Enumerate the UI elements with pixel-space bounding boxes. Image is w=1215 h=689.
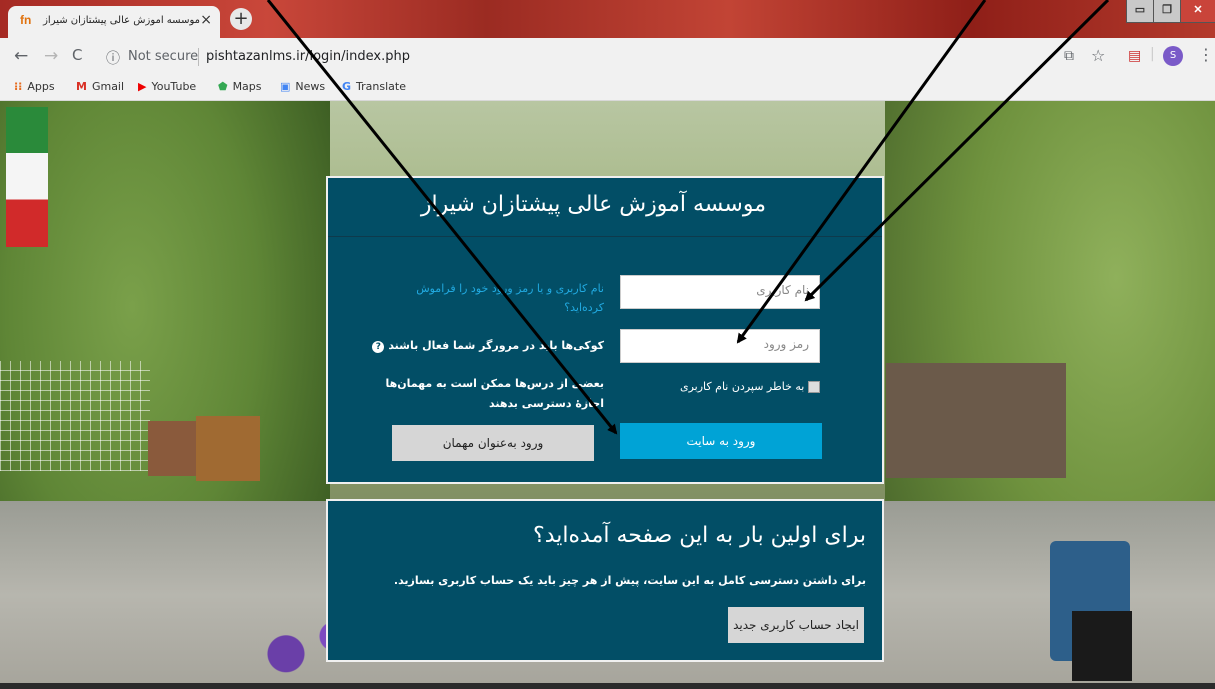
tab-title: موسسه آموزش عالی پیشتازان شیراز: ورو [42, 15, 200, 26]
translate-page-icon[interactable]: ⧉ [1064, 48, 1074, 64]
cookies-notice-text: کوکی‌ها باید در مرورگر شما فعال باشند [388, 339, 604, 352]
site-favicon-icon: fn [20, 13, 32, 27]
address-toolbar: ← → C ⓘ Not secure pishtazanlms.ir/login… [0, 38, 1215, 76]
new-tab-button[interactable]: + [230, 8, 252, 30]
help-question-icon[interactable]: ? [372, 341, 385, 353]
bookmark-translate[interactable]: G Translate [342, 80, 406, 93]
bookmark-maps[interactable]: ⬟ Maps [218, 80, 262, 93]
pdf-extension-icon[interactable]: ▤ [1128, 48, 1141, 64]
toolbar-divider: | [1150, 46, 1155, 62]
trash-bin-image [1072, 611, 1132, 681]
bookmark-news[interactable]: ▣ News [280, 80, 325, 93]
gmail-icon: M [76, 80, 87, 93]
translate-icon: G [342, 80, 352, 93]
reload-icon[interactable]: C [72, 46, 82, 64]
signup-panel: برای اولین بار به این صفحه آمده‌اید؟ برا… [326, 499, 884, 662]
security-status: Not secure [128, 49, 199, 64]
shelter-image [886, 363, 1066, 478]
browser-tab-strip: fn موسسه آموزش عالی پیشتازان شیراز: ورو … [0, 0, 1215, 38]
url-text[interactable]: pishtazanlms.ir/login/index.php [206, 49, 410, 64]
bookmark-apps[interactable]: ⁝⁝ Apps [14, 80, 55, 93]
username-input[interactable]: نام کاربری [620, 275, 820, 309]
sports-net-image [0, 361, 150, 471]
guest-login-button[interactable]: ورود به‌عنوان مهمان [392, 425, 594, 461]
login-header: موسسه آموزش عالی پیشتازان شیراز [328, 178, 882, 237]
brick-wall-image [148, 421, 198, 476]
browser-tab[interactable]: fn موسسه آموزش عالی پیشتازان شیراز: ورو … [8, 6, 220, 38]
guest-access-notice: بعضی از درس‌ها ممکن است به مهمان‌ها اجاز… [385, 377, 604, 410]
remember-checkbox[interactable] [808, 381, 821, 393]
remember-label: به خاطر سپردن نام کاربری [680, 380, 805, 393]
password-input[interactable]: رمز ورود [620, 329, 820, 363]
profile-avatar[interactable]: S [1163, 46, 1183, 66]
create-account-button[interactable]: ایجاد حساب کاربری جدید [728, 607, 864, 643]
signup-heading: برای اولین بار به این صفحه آمده‌اید؟ [533, 523, 866, 548]
bookmark-star-icon[interactable]: ☆ [1091, 46, 1105, 65]
bookmarks-bar: ⁝⁝ Apps M Gmail ▶ YouTube ⬟ Maps ▣ News G Tran… [0, 76, 1215, 101]
forward-arrow-icon[interactable]: → [44, 46, 58, 66]
news-icon: ▣ [280, 80, 291, 93]
info-icon[interactable]: ⓘ [106, 48, 120, 68]
signup-description: برای داشتن دسترسی کامل به این سایت، پیش … [393, 574, 866, 587]
minimize-button[interactable]: ▭ [1126, 0, 1154, 23]
back-arrow-icon[interactable]: ← [14, 46, 28, 66]
cookies-notice: کوکی‌ها باید در مرورگر شما فعال باشند? [372, 339, 604, 353]
forgot-password-link[interactable]: نام کاربری و یا رمز ورود خود را فراموش ک… [384, 279, 604, 317]
wooden-fence-image [196, 416, 260, 481]
close-window-button[interactable]: ✕ [1180, 0, 1215, 23]
youtube-icon: ▶ [138, 80, 147, 93]
bookmark-youtube[interactable]: ▶ YouTube [138, 80, 196, 93]
page-viewport: موسسه آموزش عالی پیشتازان شیراز نام کارب… [0, 101, 1215, 689]
bookmark-gmail[interactable]: M Gmail [76, 80, 124, 93]
maximize-button[interactable]: ❐ [1153, 0, 1181, 23]
page-bottom-strip [0, 683, 1215, 689]
site-title: موسسه آموزش عالی پیشتازان شیراز [420, 192, 766, 217]
omnibox-divider [198, 48, 199, 66]
login-panel: موسسه آموزش عالی پیشتازان شیراز نام کارب… [326, 176, 884, 484]
remember-username[interactable]: به خاطر سپردن نام کاربری [680, 380, 821, 393]
menu-kebab-icon[interactable]: ⋮ [1198, 45, 1214, 64]
address-bar[interactable]: ⓘ Not secure pishtazanlms.ir/login/index… [98, 44, 1038, 70]
login-button[interactable]: ورود به سایت [620, 423, 822, 459]
flag-image [6, 107, 48, 247]
close-tab-icon[interactable]: × [200, 12, 212, 28]
apps-grid-icon: ⁝⁝ [14, 80, 23, 93]
maps-icon: ⬟ [218, 80, 228, 93]
